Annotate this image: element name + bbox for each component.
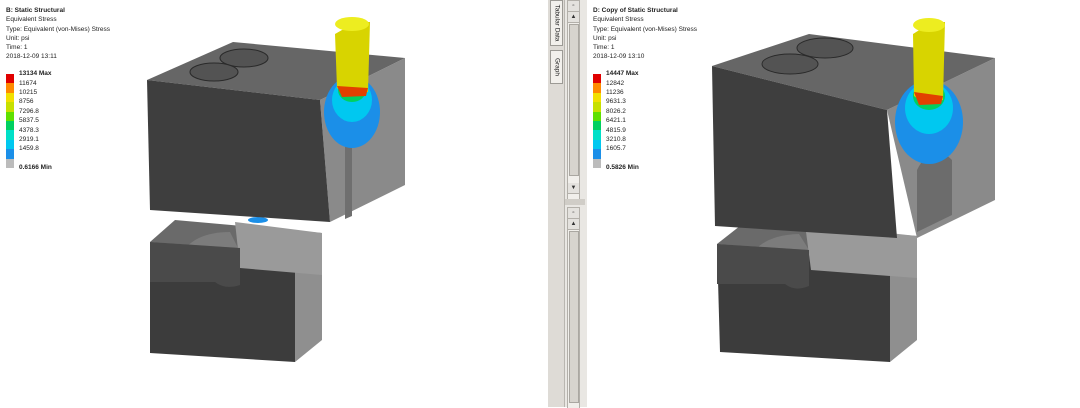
pin-icon[interactable]: ▫ — [568, 1, 579, 12]
hole-2 — [189, 62, 239, 82]
panel-splitter[interactable] — [565, 199, 585, 205]
legend-value: 4378.3 — [19, 126, 39, 134]
legend-value: 0.6166 Min — [19, 164, 52, 172]
side-panel: Tabular Data Graph ▫ ▲ ▼ ▫ ▲ — [548, 0, 587, 408]
legend-value: 4815.9 — [606, 126, 626, 134]
notch-front — [717, 244, 809, 289]
result-name: Equivalent Stress — [6, 16, 57, 24]
legend-swatch — [593, 130, 601, 140]
legend-value: 9631.3 — [606, 98, 626, 106]
punch-body — [913, 22, 945, 104]
tab-tabular-label: Tabular Data — [553, 4, 560, 42]
analysis-title: B: Static Structural — [6, 7, 65, 14]
vertical-tab-strip: Tabular Data Graph — [548, 0, 565, 407]
legend-swatch — [6, 130, 14, 140]
hole-2 — [761, 53, 819, 75]
result-timestamp: 2018-12-09 13:11 — [6, 53, 57, 61]
legend-value: 14447 Max — [606, 70, 639, 78]
pin-icon[interactable]: ▫ — [568, 208, 579, 219]
result-name: Equivalent Stress — [593, 16, 644, 24]
legend-value: 11236 — [606, 89, 624, 97]
legend-value: 13134 Max — [19, 70, 52, 78]
scroll-thumb-lower[interactable] — [569, 231, 579, 403]
legend-swatch — [6, 158, 14, 168]
tab-tabular-data[interactable]: Tabular Data — [550, 0, 563, 46]
legend-value: 7296.8 — [19, 107, 39, 115]
legend-swatch — [593, 74, 601, 84]
scroll-down-icon[interactable]: ▼ — [568, 183, 579, 194]
notch-stress-spot — [248, 217, 268, 223]
legend-swatch — [6, 139, 14, 150]
scrollbar-lower[interactable]: ▫ ▲ — [567, 207, 580, 408]
result-info-right: D: Copy of Static Structural Equivalent … — [593, 6, 697, 62]
tab-graph-label: Graph — [553, 57, 560, 77]
graphics-viewport-left[interactable]: B: Static Structural Equivalent Stress T… — [0, 0, 548, 407]
legend-swatch — [593, 158, 601, 168]
legend-swatch — [6, 83, 14, 93]
legend-value: 11674 — [19, 79, 37, 87]
result-info-left: B: Static Structural Equivalent Stress T… — [6, 6, 110, 62]
punch-top — [913, 18, 945, 32]
legend-swatch — [6, 74, 14, 84]
analysis-title: D: Copy of Static Structural — [593, 7, 678, 14]
legend-swatch — [593, 120, 601, 131]
legend-swatch — [593, 139, 601, 150]
legend-value: 3210.8 — [606, 136, 626, 144]
punch-body — [335, 22, 370, 95]
legend-value: 8756 — [19, 98, 34, 106]
notch-front — [150, 242, 240, 287]
result-time: Time: 1 — [6, 44, 28, 52]
punch-top — [335, 17, 369, 31]
legend-swatch — [593, 92, 601, 103]
hole-1 — [796, 37, 854, 59]
notch-side-wall — [235, 222, 322, 275]
result-unit: Unit: psi — [6, 34, 30, 42]
upper-block-front — [147, 80, 330, 222]
legend-swatch — [6, 149, 14, 159]
legend-swatch — [6, 120, 14, 131]
legend-value: 2919.1 — [19, 136, 39, 144]
legend-swatch — [593, 149, 601, 159]
legend-value: 10215 — [19, 89, 38, 97]
legend-swatch — [6, 102, 14, 112]
legend-swatch — [6, 92, 14, 103]
result-time: Time: 1 — [593, 44, 615, 52]
legend-value: 1459.8 — [19, 145, 39, 153]
legend-value: 8026.2 — [606, 107, 626, 115]
result-timestamp: 2018-12-09 13:10 — [593, 53, 645, 61]
legend-value: 5837.5 — [19, 117, 39, 125]
legend-swatch — [593, 111, 601, 121]
scroll-thumb-upper[interactable] — [569, 24, 579, 176]
legend-value: 1605.7 — [606, 145, 626, 153]
result-type: Type: Equivalent (von-Mises) Stress — [593, 25, 698, 33]
legend-swatch — [6, 111, 14, 121]
scroll-up-icon[interactable]: ▲ — [568, 12, 579, 23]
graphics-viewport-right[interactable]: D: Copy of Static Structural Equivalent … — [587, 0, 1080, 407]
legend-swatch — [593, 83, 601, 93]
result-unit: Unit: psi — [593, 34, 617, 42]
legend-value: 6421.1 — [606, 117, 626, 125]
legend-value: 12842 — [606, 79, 625, 87]
result-type: Type: Equivalent (von-Mises) Stress — [6, 25, 111, 33]
scroll-up-icon[interactable]: ▲ — [568, 219, 579, 230]
tab-graph[interactable]: Graph — [550, 50, 563, 84]
legend-value: 0.5826 Min — [606, 164, 639, 172]
legend-swatch — [593, 102, 601, 112]
scrollbar-upper[interactable]: ▫ ▲ ▼ — [567, 0, 580, 200]
